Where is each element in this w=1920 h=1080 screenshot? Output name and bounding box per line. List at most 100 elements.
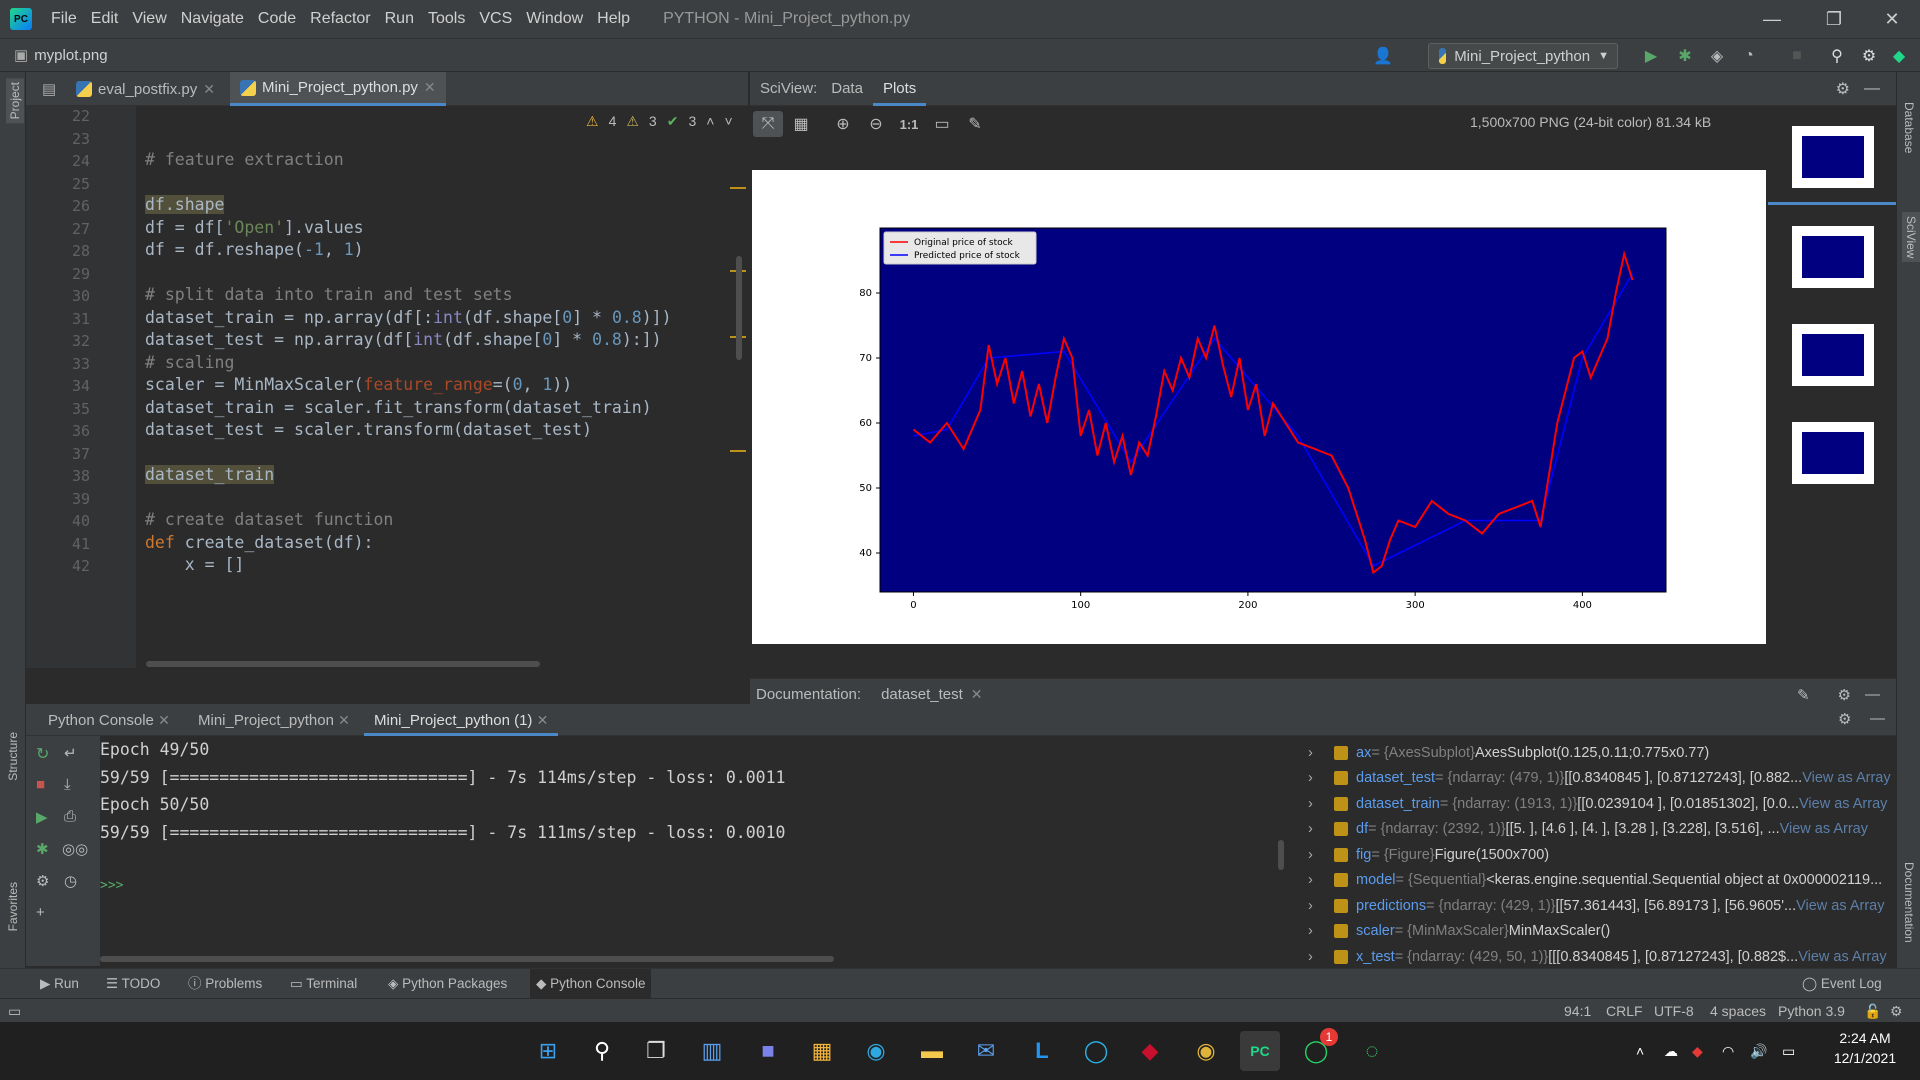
- console-output[interactable]: Epoch 49/50 59/59 [=====================…: [100, 736, 1290, 966]
- store-icon[interactable]: ▦: [802, 1031, 842, 1071]
- mcafee-icon[interactable]: ◆: [1130, 1031, 1170, 1071]
- favorites-tool-tab[interactable]: Favorites: [6, 882, 20, 931]
- minimize-icon[interactable]: —: [1744, 0, 1800, 38]
- menu-edit[interactable]: Edit: [84, 0, 126, 38]
- run-icon[interactable]: ▶: [1640, 45, 1662, 67]
- tab-data[interactable]: Data: [821, 72, 873, 106]
- terminal-tool-tab[interactable]: ▭ Terminal: [284, 969, 363, 999]
- debug-icon[interactable]: ✱: [1674, 45, 1696, 67]
- recent-files-icon[interactable]: ▤: [32, 72, 56, 106]
- sciview-tool-tab[interactable]: SciView: [1902, 212, 1920, 263]
- hide-icon[interactable]: —: [1864, 80, 1880, 98]
- run-tool-tab[interactable]: ▶ Run: [34, 969, 85, 999]
- start-icon[interactable]: ⊞: [528, 1031, 568, 1071]
- tab-plots[interactable]: Plots: [872, 72, 927, 106]
- actual-size-button[interactable]: 1:1: [894, 111, 924, 137]
- menu-window[interactable]: Window: [519, 0, 590, 38]
- stop-icon[interactable]: ■: [36, 776, 45, 793]
- plot-thumbnail[interactable]: [1792, 324, 1874, 386]
- toolbox-icon[interactable]: ◆: [1888, 45, 1910, 67]
- hide-icon[interactable]: —: [1870, 710, 1885, 727]
- menu-file[interactable]: File: [44, 0, 84, 38]
- color-picker-icon[interactable]: ✎: [960, 111, 990, 137]
- battery-icon[interactable]: ▭: [1782, 1022, 1795, 1080]
- execute-icon[interactable]: ▶: [36, 808, 48, 826]
- soft-wrap-icon[interactable]: ↵: [64, 744, 77, 762]
- mail-icon[interactable]: ✉: [966, 1031, 1006, 1071]
- stop-icon[interactable]: ■: [1786, 45, 1808, 67]
- chevron-right-icon[interactable]: ›: [1308, 898, 1324, 914]
- wifi-icon[interactable]: ◠: [1722, 1022, 1734, 1080]
- plot-thumbnail[interactable]: [1792, 226, 1874, 288]
- chevron-right-icon[interactable]: ›: [1308, 796, 1324, 812]
- widgets-icon[interactable]: ▥: [692, 1031, 732, 1071]
- menu-refactor[interactable]: Refactor: [303, 0, 377, 38]
- variable-row[interactable]: › df = {ndarray: (2392, 1)} [[5. ], [4.6 …: [1300, 817, 1896, 842]
- chevron-up-icon[interactable]: ˄: [706, 113, 714, 130]
- plot-thumbnail[interactable]: [1792, 422, 1874, 484]
- layout-icon[interactable]: ▭: [8, 999, 21, 1023]
- rerun-icon[interactable]: ↻: [36, 744, 49, 764]
- gear-icon[interactable]: ⚙: [1838, 686, 1851, 704]
- file-encoding[interactable]: UTF-8: [1654, 999, 1694, 1023]
- chevron-right-icon[interactable]: ›: [1308, 872, 1324, 888]
- menu-tools[interactable]: Tools: [421, 0, 472, 38]
- menu-run[interactable]: Run: [378, 0, 421, 38]
- close-tab-icon[interactable]: ✕: [424, 79, 436, 96]
- todo-tool-tab[interactable]: ☰ TODO: [100, 969, 166, 999]
- chevron-right-icon[interactable]: ›: [1308, 821, 1324, 837]
- variable-row[interactable]: › dataset_train = {ndarray: (1913, 1)} [[…: [1300, 791, 1896, 816]
- tab-mini-project-console[interactable]: Mini_Project_python ✕: [188, 704, 360, 736]
- hide-icon[interactable]: —: [1865, 686, 1880, 703]
- gear-icon[interactable]: ⚙: [1836, 79, 1850, 99]
- chrome-icon[interactable]: ◉: [1186, 1031, 1226, 1071]
- console-h-scrollbar[interactable]: [100, 956, 834, 962]
- app-l-icon[interactable]: L: [1022, 1031, 1062, 1071]
- chevron-up-icon[interactable]: ˄: [1636, 1022, 1644, 1080]
- editor-scrollbar[interactable]: [736, 256, 742, 360]
- file-explorer-icon[interactable]: ▬: [912, 1031, 952, 1071]
- tab-eval-postfix[interactable]: eval_postfix.py ✕: [66, 72, 225, 106]
- scroll-end-icon[interactable]: ⤓: [64, 776, 71, 793]
- grid-icon[interactable]: ▦: [786, 111, 816, 137]
- chevron-right-icon[interactable]: ›: [1308, 949, 1324, 965]
- search-icon[interactable]: ⚲: [1826, 45, 1848, 67]
- close-tab-icon[interactable]: ✕: [203, 81, 215, 98]
- caret-position[interactable]: 94:1: [1564, 999, 1591, 1023]
- variable-row[interactable]: › x_test = {ndarray: (429, 50, 1)} [[[0.8…: [1300, 944, 1896, 966]
- chevron-right-icon[interactable]: ›: [1308, 847, 1324, 863]
- variable-link[interactable]: View as Array: [1798, 949, 1886, 965]
- tab-mini-project[interactable]: Mini_Project_python.py ✕: [230, 72, 446, 106]
- show-variables-icon[interactable]: ◎◎: [62, 840, 88, 858]
- database-tool-tab[interactable]: Database: [1902, 102, 1916, 153]
- gear-icon[interactable]: ⚙: [1838, 710, 1851, 728]
- indent-setting[interactable]: 4 spaces: [1710, 999, 1766, 1023]
- variable-row[interactable]: › model = {Sequential} <keras.engine.sequ…: [1300, 868, 1896, 893]
- editor-h-scrollbar[interactable]: [146, 661, 540, 667]
- interpreter[interactable]: Python 3.9: [1778, 999, 1845, 1023]
- onedrive-icon[interactable]: ☁: [1664, 1022, 1678, 1080]
- clock[interactable]: 2:24 AM 12/1/2021: [1820, 1030, 1910, 1066]
- zoom-out-icon[interactable]: ⊖: [861, 111, 891, 137]
- add-icon[interactable]: +: [36, 904, 45, 921]
- teams-icon[interactable]: ■: [748, 1031, 788, 1071]
- coverage-icon[interactable]: ◈: [1706, 45, 1728, 67]
- variable-row[interactable]: › dataset_test = {ndarray: (479, 1)} [[0.…: [1300, 766, 1896, 791]
- run-configuration-select[interactable]: Mini_Project_python ▼: [1428, 43, 1618, 69]
- user-icon[interactable]: 👤: [1372, 45, 1394, 67]
- history-icon[interactable]: ◷: [64, 872, 77, 890]
- background-icon[interactable]: ▭: [927, 111, 957, 137]
- settings-icon[interactable]: ⚙: [36, 872, 49, 890]
- documentation-item[interactable]: dataset_test: [881, 686, 963, 703]
- variable-row[interactable]: › scaler = {MinMaxScaler} MinMaxScaler(): [1300, 919, 1896, 944]
- lock-icon[interactable]: 🔓: [1864, 999, 1881, 1023]
- mcafee-tray-icon[interactable]: ◆: [1692, 1022, 1703, 1080]
- chevron-right-icon[interactable]: ›: [1308, 923, 1324, 939]
- problems-tool-tab[interactable]: ⓘ Problems: [182, 969, 268, 999]
- menu-code[interactable]: Code: [251, 0, 303, 38]
- close-icon[interactable]: ✕: [1864, 0, 1920, 38]
- edge-icon[interactable]: ◉: [856, 1031, 896, 1071]
- variable-row[interactable]: › predictions = {ndarray: (429, 1)} [[57.…: [1300, 893, 1896, 918]
- event-log-tool-tab[interactable]: ◯ Event Log: [1796, 969, 1888, 999]
- python-console-tool-tab[interactable]: ◆ Python Console: [530, 969, 652, 999]
